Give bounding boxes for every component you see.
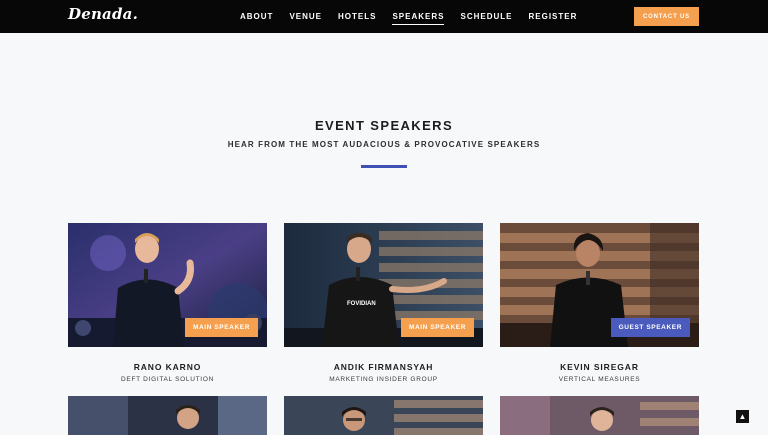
nav-item-speakers[interactable]: SPEAKERS: [392, 12, 445, 25]
scroll-to-top-button[interactable]: ▲: [736, 410, 749, 423]
title-divider: [361, 165, 407, 168]
speaker-company: DEFT DIGITAL SOLUTION: [121, 376, 214, 383]
speaker-badge: GUEST SPEAKER: [610, 318, 690, 337]
speaker-photo[interactable]: FOVIDIAN MAIN SPEAKER: [284, 223, 483, 347]
contact-us-button[interactable]: CONTACT US: [634, 7, 699, 26]
speaker-badge: MAIN SPEAKER: [400, 318, 474, 337]
speaker-photo[interactable]: [284, 396, 483, 435]
speaker-name[interactable]: ANDIK FIRMANSYAH: [284, 362, 483, 372]
speaker-name[interactable]: KEVIN SIREGAR: [500, 362, 699, 372]
chevron-up-icon: ▲: [738, 412, 747, 421]
speaker-card[interactable]: [500, 396, 699, 435]
nav-item-hotels[interactable]: HOTELS: [338, 12, 376, 21]
speaker-card[interactable]: [284, 396, 483, 435]
navbar: Denada. ABOUT VENUE HOTELS SPEAKERS SCHE…: [0, 0, 768, 33]
speaker-card[interactable]: [68, 396, 267, 435]
main-nav: ABOUT VENUE HOTELS SPEAKERS SCHEDULE REG…: [240, 0, 593, 33]
speaker-badge: MAIN SPEAKER: [184, 318, 258, 337]
speaker-company: VERTICAL MEASURES: [558, 376, 641, 383]
speaker-photo[interactable]: [68, 396, 267, 435]
nav-item-about[interactable]: ABOUT: [240, 12, 273, 21]
section-subtitle: HEAR FROM THE MOST AUDACIOUS & PROVOCATI…: [227, 140, 541, 149]
speaker-name[interactable]: RANO KARNO: [68, 362, 267, 372]
speaker-photo[interactable]: GUEST SPEAKER: [500, 223, 699, 347]
speaker-photo[interactable]: [500, 396, 699, 435]
nav-item-venue[interactable]: VENUE: [289, 12, 322, 21]
brand-logo[interactable]: Denada.: [68, 5, 138, 23]
speaker-photo[interactable]: MAIN SPEAKER: [68, 223, 267, 347]
speaker-company: MARKETING INSIDER GROUP: [329, 376, 438, 383]
svg-text:FOVIDIAN: FOVIDIAN: [347, 301, 376, 307]
nav-item-register[interactable]: REGISTER: [529, 12, 578, 21]
section-title: EVENT SPEAKERS: [314, 118, 454, 133]
nav-item-schedule[interactable]: SCHEDULE: [460, 12, 512, 21]
